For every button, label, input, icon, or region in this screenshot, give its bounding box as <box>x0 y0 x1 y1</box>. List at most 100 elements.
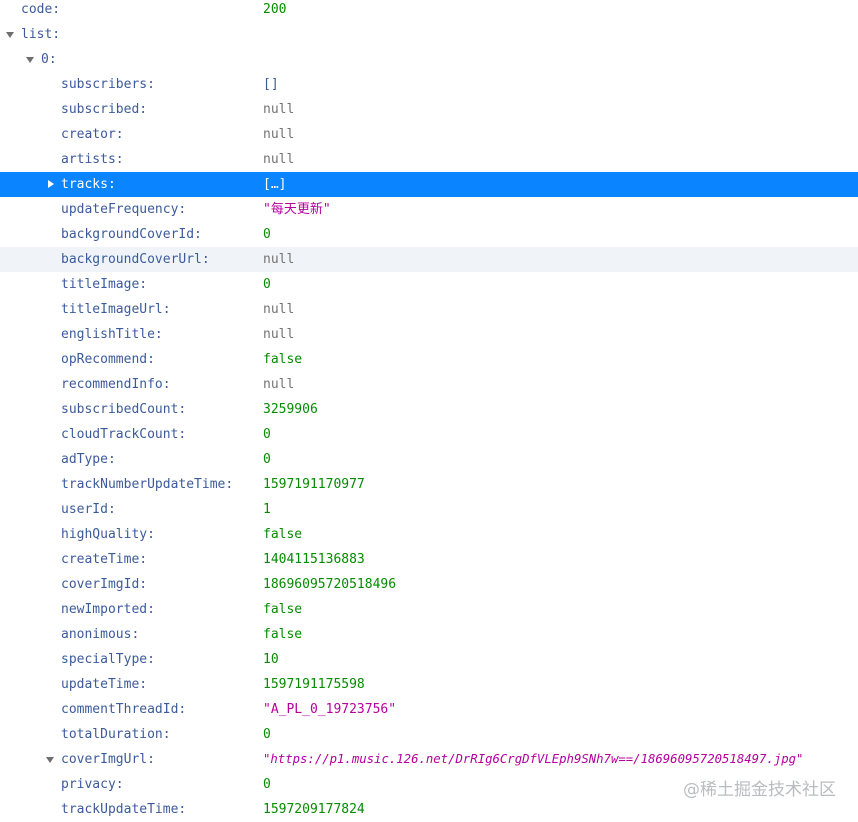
json-value: null <box>263 302 295 317</box>
json-value: null <box>263 152 295 167</box>
json-key: backgroundCoverUrl: <box>61 252 210 267</box>
json-value: 1 <box>263 502 271 517</box>
expand-chevron-right-icon[interactable] <box>48 180 54 188</box>
json-key: subscribedCount: <box>61 402 187 417</box>
json-row-subscribedCount[interactable]: subscribedCount: 3259906 <box>0 397 858 422</box>
json-value: […] <box>263 177 287 192</box>
json-row-recommendInfo[interactable]: recommendInfo: null <box>0 372 858 397</box>
json-row-opRecommend[interactable]: opRecommend: false <box>0 347 858 372</box>
json-value: 1597191170977 <box>263 477 365 492</box>
json-row-cloudTrackCount[interactable]: cloudTrackCount: 0 <box>0 422 858 447</box>
json-key: coverImgId: <box>61 577 148 592</box>
json-value: false <box>263 627 303 642</box>
json-value: 0 <box>263 727 271 742</box>
json-value: 18696095720518496 <box>263 577 397 592</box>
json-row-adType[interactable]: adType: 0 <box>0 447 858 472</box>
json-value: null <box>263 252 295 267</box>
json-row-totalDuration[interactable]: totalDuration: 0 <box>0 722 858 747</box>
json-row-highQuality[interactable]: highQuality: false <box>0 522 858 547</box>
json-key: subscribers: <box>61 77 155 92</box>
json-viewer: code: 200 list: 0: subscribers: [] subsc… <box>0 0 858 820</box>
json-value: 0 <box>263 227 271 242</box>
json-value: 0 <box>263 277 271 292</box>
json-key: cloudTrackCount: <box>61 427 187 442</box>
json-key: artists: <box>61 152 124 167</box>
json-key: trackUpdateTime: <box>61 802 187 817</box>
json-row-subscribed[interactable]: subscribed: null <box>0 97 858 122</box>
json-key: commentThreadId: <box>61 702 187 717</box>
json-key: 0: <box>41 52 57 67</box>
json-key: privacy: <box>61 777 124 792</box>
json-key: recommendInfo: <box>61 377 171 392</box>
json-key: adType: <box>61 452 116 467</box>
json-key: opRecommend: <box>61 352 155 367</box>
json-value: "每天更新" <box>263 202 331 217</box>
json-key: titleImageUrl: <box>61 302 171 317</box>
json-key: creator: <box>61 127 124 142</box>
json-key: englishTitle: <box>61 327 163 342</box>
json-key: titleImage: <box>61 277 148 292</box>
json-value: false <box>263 602 303 617</box>
json-key: backgroundCoverId: <box>61 227 202 242</box>
json-value: null <box>263 102 295 117</box>
json-row-creator[interactable]: creator: null <box>0 122 858 147</box>
json-row-subscribers[interactable]: subscribers: [] <box>0 72 858 97</box>
json-key: totalDuration: <box>61 727 171 742</box>
json-value: null <box>263 327 295 342</box>
json-row-artists[interactable]: artists: null <box>0 147 858 172</box>
json-row-anonimous[interactable]: anonimous: false <box>0 622 858 647</box>
json-row-trackNumberUpdateTime[interactable]: trackNumberUpdateTime: 1597191170977 <box>0 472 858 497</box>
json-value: 0 <box>263 452 271 467</box>
json-row-coverImgId[interactable]: coverImgId: 18696095720518496 <box>0 572 858 597</box>
json-row-backgroundCoverUrl[interactable]: backgroundCoverUrl: null <box>0 247 858 272</box>
json-value: 1597191175598 <box>263 677 365 692</box>
json-row-tracks-selected[interactable]: tracks: […] <box>0 172 858 197</box>
json-key: updateFrequency: <box>61 202 187 217</box>
json-key: tracks: <box>61 177 116 192</box>
json-key: code: <box>21 2 61 17</box>
json-value: [] <box>263 77 279 92</box>
json-value: "A_PL_0_19723756" <box>263 702 397 717</box>
json-value: false <box>263 352 303 367</box>
json-key: createTime: <box>61 552 148 567</box>
json-value: 1404115136883 <box>263 552 365 567</box>
json-row-coverImgUrl[interactable]: coverImgUrl: "https://p1.music.126.net/D… <box>0 747 858 772</box>
json-value-link[interactable]: "https://p1.music.126.net/DrRIg6CrgDfVLE… <box>263 747 803 772</box>
json-value: false <box>263 527 303 542</box>
json-row-newImported[interactable]: newImported: false <box>0 597 858 622</box>
json-row-englishTitle[interactable]: englishTitle: null <box>0 322 858 347</box>
json-key: userId: <box>61 502 116 517</box>
json-key: trackNumberUpdateTime: <box>61 477 234 492</box>
json-value: 200 <box>263 2 287 17</box>
watermark: @稀土掘金技术社区 <box>683 780 836 800</box>
expand-chevron-down-icon[interactable] <box>6 32 14 38</box>
json-value: 0 <box>263 777 271 792</box>
json-row-titleImage[interactable]: titleImage: 0 <box>0 272 858 297</box>
json-value: 10 <box>263 652 279 667</box>
json-key: newImported: <box>61 602 155 617</box>
json-key: subscribed: <box>61 102 148 117</box>
json-row-code[interactable]: code: 200 <box>0 0 858 22</box>
json-value: 3259906 <box>263 402 318 417</box>
json-row-list[interactable]: list: <box>0 22 858 47</box>
json-value: null <box>263 377 295 392</box>
json-key: updateTime: <box>61 677 148 692</box>
json-row-backgroundCoverId[interactable]: backgroundCoverId: 0 <box>0 222 858 247</box>
json-row-trackUpdateTime[interactable]: trackUpdateTime: 1597209177824 <box>0 797 858 822</box>
json-row-index-0[interactable]: 0: <box>0 47 858 72</box>
json-row-updateTime[interactable]: updateTime: 1597191175598 <box>0 672 858 697</box>
json-key: coverImgUrl: <box>61 752 155 767</box>
json-value: 1597209177824 <box>263 802 365 817</box>
json-row-createTime[interactable]: createTime: 1404115136883 <box>0 547 858 572</box>
json-row-specialType[interactable]: specialType: 10 <box>0 647 858 672</box>
json-row-userId[interactable]: userId: 1 <box>0 497 858 522</box>
json-key: anonimous: <box>61 627 140 642</box>
json-row-commentThreadId[interactable]: commentThreadId: "A_PL_0_19723756" <box>0 697 858 722</box>
json-row-updateFrequency[interactable]: updateFrequency: "每天更新" <box>0 197 858 222</box>
json-row-titleImageUrl[interactable]: titleImageUrl: null <box>0 297 858 322</box>
json-value: null <box>263 127 295 142</box>
expand-chevron-down-icon[interactable] <box>26 57 34 63</box>
expand-chevron-down-icon[interactable] <box>46 757 54 763</box>
json-key: highQuality: <box>61 527 155 542</box>
json-value: 0 <box>263 427 271 442</box>
